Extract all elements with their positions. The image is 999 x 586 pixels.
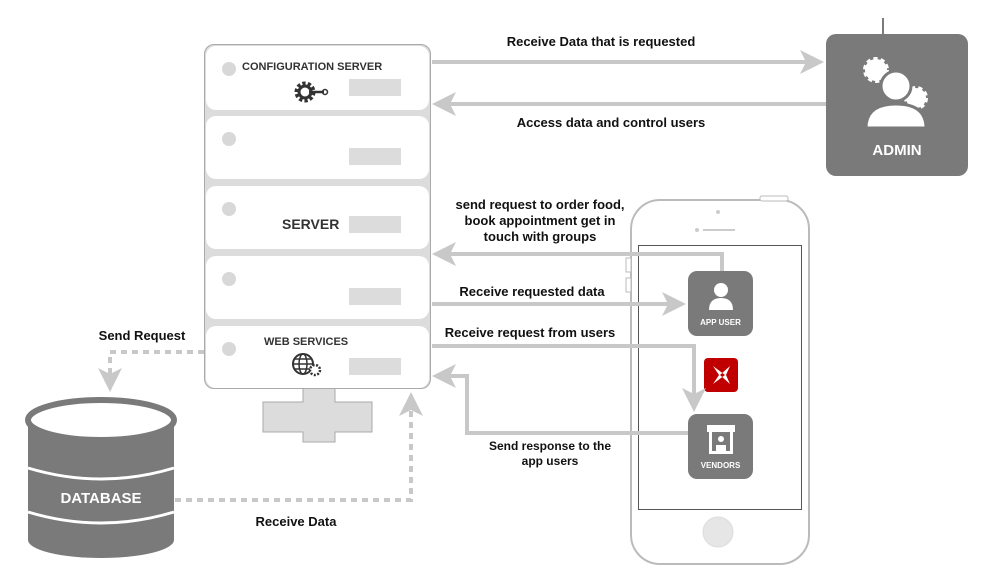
- label-line: book appointment get in: [464, 213, 616, 228]
- label-receive-data: Receive Data: [255, 514, 337, 529]
- arrow-vendors-to-server: [432, 364, 688, 435]
- label-send-request-order: send request to order food, book appoint…: [430, 197, 650, 245]
- arrow-appuser-to-server: [432, 242, 724, 271]
- label-send-response: Send response to the app users: [470, 439, 630, 469]
- label-line: send request to order food,: [455, 197, 625, 212]
- label-send-request: Send Request: [98, 328, 186, 343]
- arrow-server-to-database: [98, 350, 204, 392]
- architecture-diagram: DATABASE CONFIGURATION SERVER SERVER WEB…: [0, 0, 999, 586]
- label-line: Send response to the: [488, 439, 612, 453]
- arrow-database-to-server: [175, 392, 423, 502]
- label-receive-data-requested: Receive Data that is requested: [506, 34, 696, 49]
- label-line: touch with groups: [483, 229, 597, 244]
- label-receive-requested-data: Receive requested data: [459, 284, 605, 299]
- label-line: app users: [521, 454, 579, 468]
- arrow-server-to-vendors: [432, 344, 706, 412]
- label-receive-request-users: Receive request from users: [444, 325, 616, 340]
- label-access-data-control: Access data and control users: [516, 115, 706, 130]
